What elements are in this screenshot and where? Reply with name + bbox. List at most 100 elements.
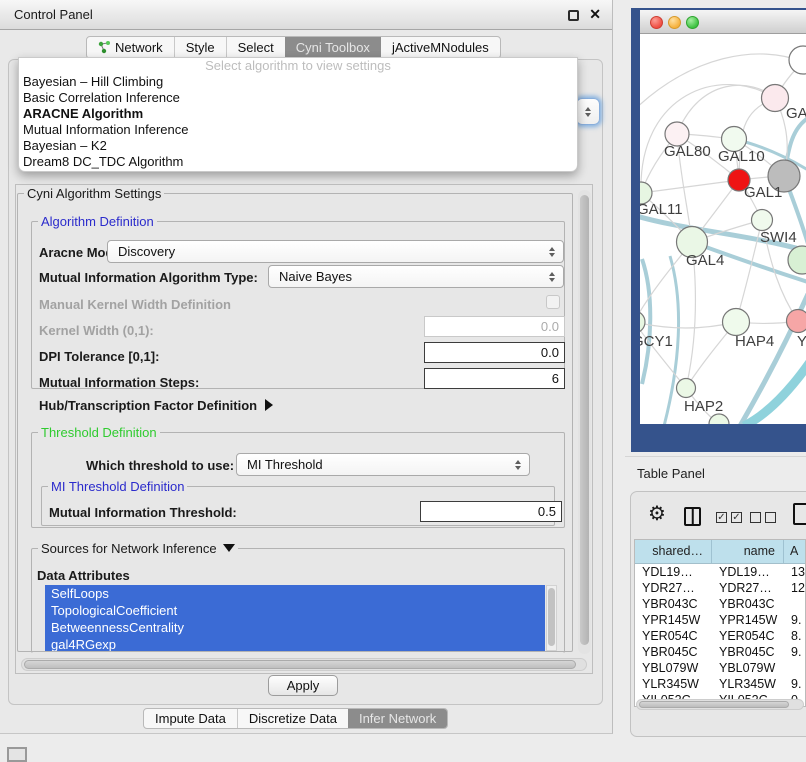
dpi-tolerance-label: DPI Tolerance [0,1]: — [39, 349, 159, 364]
table-row[interactable]: YLR345W YLR345W 9. — [635, 676, 805, 692]
table-row[interactable]: YBR045C YBR045C 9. — [635, 644, 805, 660]
minimize-traffic-light[interactable] — [668, 16, 681, 29]
list-item[interactable]: gal4RGexp — [45, 636, 545, 651]
node-label: GAL11 — [640, 201, 683, 218]
algorithm-dropdown: Select algorithm to view settings Bayesi… — [18, 57, 578, 172]
panel-divider — [625, 456, 806, 457]
checked-checkbox-icon[interactable]: ✓ — [716, 512, 727, 523]
dpi-tolerance-input[interactable]: 0.0 — [424, 342, 565, 363]
apply-button[interactable]: Apply — [268, 675, 338, 696]
mi-threshold-label: Mutual Information Threshold: — [49, 505, 237, 520]
node-swi4[interactable] — [752, 210, 773, 231]
table-panel-title: Table Panel — [637, 466, 705, 481]
node-attribute-table: shared… name A YDL19… YDL19… 13 YDR27… Y… — [634, 539, 806, 707]
tab-network[interactable]: Network — [87, 37, 174, 58]
which-threshold-combobox[interactable]: MI Threshold — [236, 453, 530, 476]
tab-style[interactable]: Style — [174, 37, 226, 58]
aracne-mode-combobox[interactable]: Discovery — [107, 240, 564, 263]
node-label: GCY1 — [640, 333, 673, 350]
manual-kernel-checkbox[interactable] — [546, 295, 560, 309]
tab-impute-data[interactable]: Impute Data — [144, 709, 237, 728]
node-label: HAP4 — [735, 333, 774, 350]
table-row[interactable]: YPR145W YPR145W 9. — [635, 612, 805, 628]
node-unlabeled-bottom[interactable] — [709, 414, 729, 424]
zoom-traffic-light[interactable] — [686, 16, 699, 29]
node-label: GAL1 — [744, 184, 782, 201]
dropdown-item[interactable]: Bayesian – Hill Climbing — [19, 74, 577, 90]
dropdown-item[interactable]: Bayesian – K2 — [19, 138, 577, 154]
collapse-arrow-icon — [265, 399, 273, 411]
table-row[interactable]: YER054C YER054C 8. — [635, 628, 805, 644]
table-row[interactable]: YDL19… YDL19… 13 — [635, 564, 805, 580]
control-panel-title: Control Panel — [14, 0, 93, 30]
kernel-width-input[interactable]: 0.0 — [424, 316, 565, 337]
column-header-name[interactable]: name — [712, 540, 784, 563]
network-graph: GAL GAL80 GAL10 GAL1 GAL11 SWI4 GAL4 GCY… — [640, 34, 806, 424]
data-attributes-list: SelfLoops TopologicalCoefficient Between… — [45, 585, 545, 651]
table-header: shared… name A — [635, 540, 805, 564]
tab-discretize-data[interactable]: Discretize Data — [237, 709, 348, 728]
settings-horizontal-scrollbar[interactable] — [21, 658, 587, 671]
tab-jactivemnodules[interactable]: jActiveMNodules — [381, 37, 500, 58]
columns-icon[interactable] — [684, 507, 701, 526]
table-row[interactable]: YBL079W YBL079W — [635, 660, 805, 676]
table-row[interactable]: YDR27… YDR27… 12 — [635, 580, 805, 596]
table-row[interactable]: YBR043C YBR043C — [635, 596, 805, 612]
node-unlabeled-top[interactable] — [789, 46, 806, 74]
list-item[interactable]: BetweennessCentrality — [45, 619, 545, 636]
settings-vertical-scrollbar[interactable] — [578, 190, 591, 654]
screen: Control Panel ✕ Network Style Select Cyn… — [0, 0, 806, 762]
unchecked-checkbox-icon[interactable] — [765, 512, 776, 523]
gear-icon[interactable]: ⚙ — [648, 504, 666, 524]
algorithm-dropdown-placeholder: Select algorithm to view settings — [19, 58, 577, 74]
node-label: GAL4 — [686, 252, 724, 269]
column-header-shared-name[interactable]: shared… — [635, 540, 712, 563]
network-window-titlebar[interactable] — [640, 10, 806, 34]
cyni-settings-legend: Cyni Algorithm Settings — [24, 186, 164, 201]
node-gcy1[interactable] — [640, 311, 645, 333]
algorithm-combobox-stepper[interactable] — [576, 98, 600, 125]
document-icon[interactable] — [793, 503, 806, 525]
close-icon[interactable]: ✕ — [589, 6, 601, 23]
mi-steps-input[interactable]: 6 — [424, 368, 565, 389]
mi-type-combobox[interactable]: Naive Bayes — [268, 265, 564, 288]
list-vertical-scrollbar[interactable] — [546, 585, 557, 651]
node-y[interactable] — [787, 310, 806, 333]
node-hap4[interactable] — [723, 309, 750, 336]
node-label: Y — [797, 333, 806, 350]
stepper-arrows-icon — [515, 460, 522, 470]
top-tabbar: Network Style Select Cyni Toolbox jActiv… — [86, 36, 501, 59]
docked-panel-icon[interactable] — [7, 747, 27, 762]
tab-cyni-toolbox[interactable]: Cyni Toolbox — [285, 37, 381, 58]
list-item[interactable]: TopologicalCoefficient — [45, 602, 545, 619]
control-panel: Control Panel ✕ Network Style Select Cyn… — [0, 0, 613, 734]
column-header-partial[interactable]: A — [784, 540, 805, 563]
node-hap2[interactable] — [677, 379, 696, 398]
close-traffic-light[interactable] — [650, 16, 663, 29]
float-window-icon[interactable] — [568, 10, 579, 21]
tab-infer-network[interactable]: Infer Network — [348, 709, 447, 728]
expand-arrow-icon — [223, 544, 235, 552]
which-threshold-label: Which threshold to use: — [86, 458, 234, 473]
dropdown-item[interactable]: Basic Correlation Inference — [19, 90, 577, 106]
checked-checkbox-icon[interactable]: ✓ — [731, 512, 742, 523]
tab-select[interactable]: Select — [226, 37, 285, 58]
algorithm-definition-legend: Algorithm Definition — [38, 214, 157, 229]
mi-steps-label: Mutual Information Steps: — [39, 375, 199, 390]
dropdown-item[interactable]: Mutual Information Inference — [19, 122, 577, 138]
stepper-arrows-icon — [585, 107, 592, 117]
list-item[interactable]: SelfLoops — [45, 585, 545, 602]
sources-legend[interactable]: Sources for Network Inference — [38, 541, 238, 556]
network-canvas[interactable]: GAL GAL80 GAL10 GAL1 GAL11 SWI4 GAL4 GCY… — [640, 34, 806, 424]
unchecked-checkbox-icon[interactable] — [750, 512, 761, 523]
node-gal-top[interactable] — [762, 85, 789, 112]
dropdown-item[interactable]: ARACNE Algorithm — [19, 106, 577, 122]
tab-network-label: Network — [115, 36, 163, 59]
table-horizontal-scrollbar[interactable] — [636, 699, 804, 710]
dropdown-item[interactable]: Dream8 DC_TDC Algorithm — [19, 154, 577, 170]
node-unlabeled-right[interactable] — [788, 246, 806, 274]
mi-threshold-legend: MI Threshold Definition — [48, 479, 187, 494]
hub-definition-toggle[interactable]: Hub/Transcription Factor Definition — [39, 398, 273, 413]
mi-threshold-input[interactable]: 0.5 — [420, 501, 562, 522]
threshold-definition-legend: Threshold Definition — [38, 425, 160, 440]
